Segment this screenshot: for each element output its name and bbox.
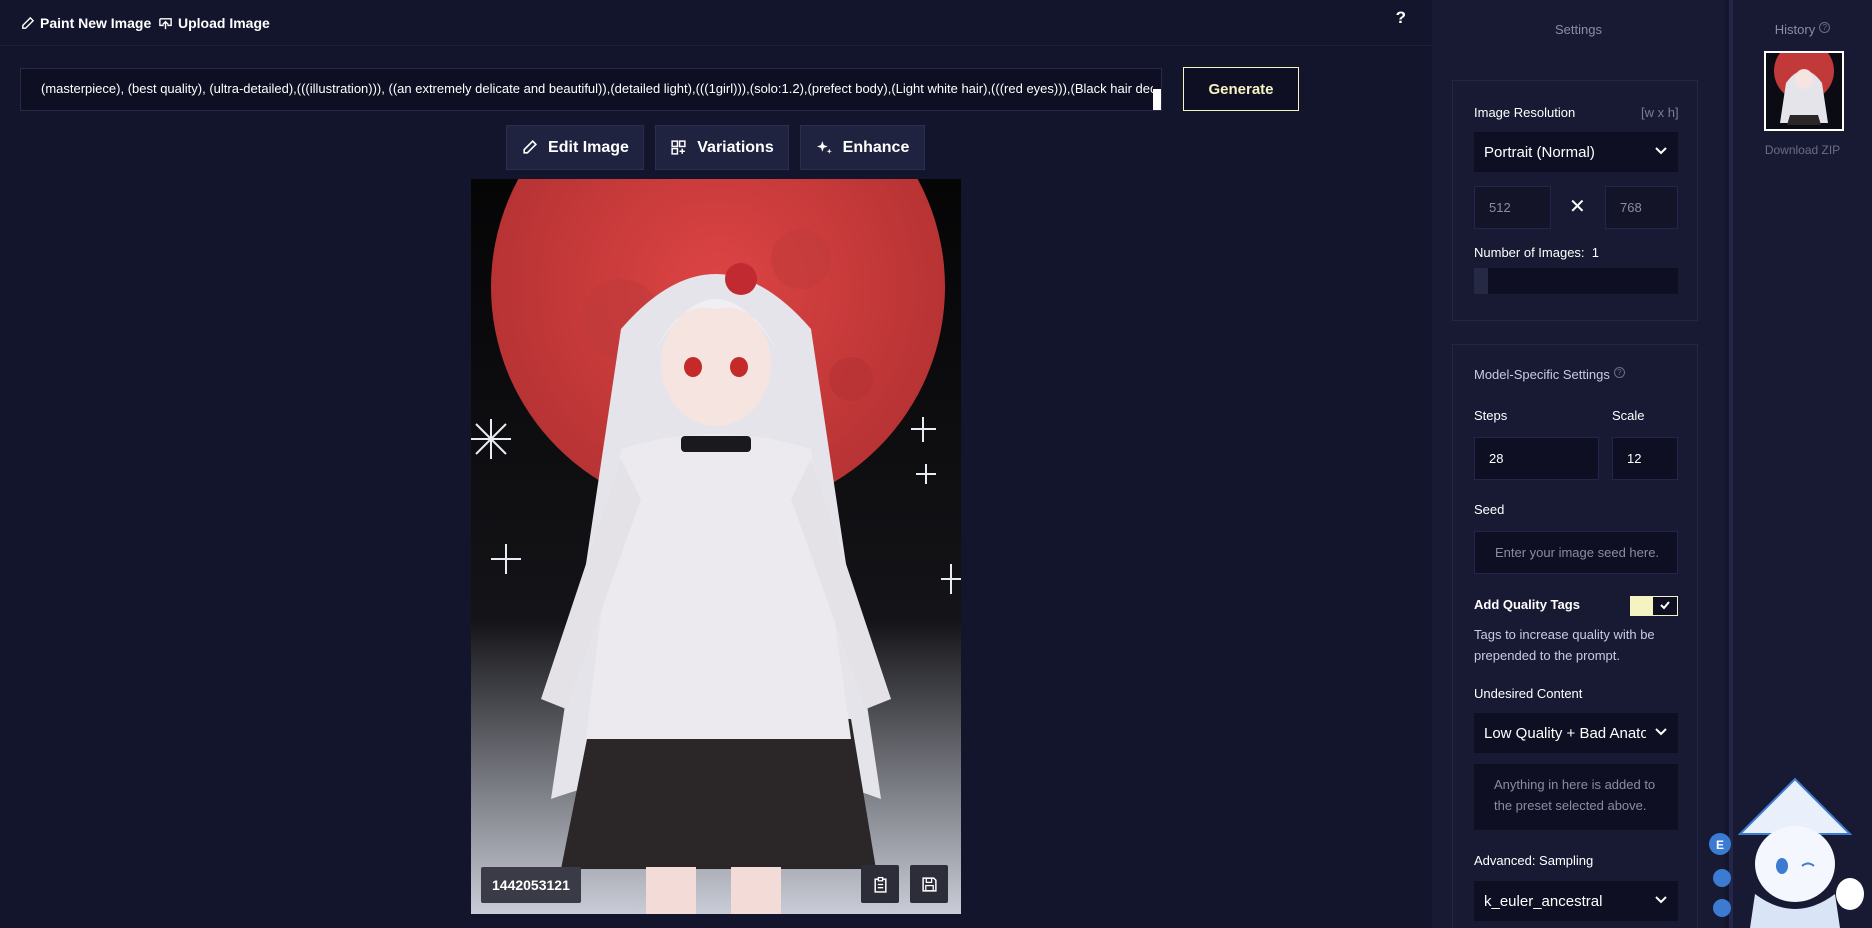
resolution-select[interactable]: Portrait (Normal) [1474, 132, 1678, 172]
chevron-down-icon [1655, 896, 1667, 904]
generate-button[interactable]: Generate [1183, 67, 1299, 111]
num-images-value: 1 [1591, 245, 1600, 260]
save-image-button[interactable] [910, 865, 948, 903]
variations-icon [671, 140, 686, 155]
edit-image-button[interactable]: Edit Image [506, 125, 644, 170]
generated-image[interactable]: 1442053121 [471, 179, 961, 914]
undesired-content-label: Undesired Content [1474, 686, 1583, 701]
edit-image-label: Edit Image [548, 138, 629, 156]
history-thumbnail[interactable] [1764, 51, 1844, 131]
quality-tags-label: Add Quality Tags [1474, 597, 1580, 612]
prompt-input[interactable]: (masterpiece), (best quality), (ultra-de… [20, 68, 1162, 111]
model-specific-text: Model-Specific Settings [1474, 367, 1610, 382]
check-icon [1660, 601, 1670, 610]
copy-to-clipboard-button[interactable] [861, 865, 899, 903]
seed-label: Seed [1474, 502, 1505, 517]
prompt-text: (masterpiece), (best quality), (ultra-de… [41, 81, 1162, 96]
quality-tags-toggle[interactable] [1630, 596, 1678, 616]
thumbnail-illustration [1766, 53, 1842, 129]
num-images-text: Number of Images: [1474, 245, 1585, 260]
variations-button[interactable]: Variations [655, 125, 789, 170]
settings-title: Settings [1555, 22, 1602, 37]
resolution-value: Portrait (Normal) [1484, 143, 1595, 161]
scale-label: Scale [1612, 408, 1645, 423]
help-icon[interactable]: ? [1613, 367, 1625, 378]
sparkle-icon [816, 141, 832, 154]
help-icon[interactable]: ? [1396, 8, 1406, 28]
paint-new-image-label: Paint New Image [40, 15, 152, 31]
sampling-select[interactable]: k_euler_ancestral [1474, 881, 1678, 921]
slider-handle[interactable] [1474, 268, 1488, 294]
undesired-content-textarea[interactable]: Anything in here is added to the preset … [1474, 764, 1678, 830]
enhance-button[interactable]: Enhance [800, 125, 925, 170]
model-settings-card: Model-Specific Settings? Steps Scale 28 … [1452, 344, 1698, 928]
generated-image-illustration [471, 179, 961, 914]
upload-icon [159, 17, 172, 29]
help-icon[interactable]: ? [1819, 22, 1831, 33]
chevron-down-icon [1655, 147, 1667, 155]
steps-input[interactable]: 28 [1474, 437, 1599, 480]
resolution-card: Image Resolution [w x h] Portrait (Norma… [1452, 80, 1698, 321]
model-specific-label: Model-Specific Settings? [1474, 367, 1625, 382]
variations-label: Variations [697, 138, 774, 156]
svg-text:E: E [1716, 838, 1724, 852]
scale-input[interactable]: 12 [1612, 437, 1678, 480]
sampling-label: Advanced: Sampling [1474, 853, 1594, 868]
width-input[interactable]: 512 [1474, 186, 1551, 229]
settings-panel: Settings Image Resolution [w x h] Portra… [1432, 0, 1725, 928]
pencil-icon [22, 16, 35, 29]
sampling-value: k_euler_ancestral [1484, 892, 1603, 910]
resolution-label: Image Resolution [1474, 105, 1576, 120]
height-input[interactable]: 768 [1605, 186, 1678, 229]
mascot-character-image: E [1709, 777, 1864, 928]
history-title-text: History [1774, 22, 1816, 37]
history-title: History? [1733, 22, 1872, 37]
times-icon: ✕ [1569, 196, 1586, 218]
prompt-scrollbar[interactable] [1153, 69, 1161, 110]
upload-image-label: Upload Image [178, 15, 270, 31]
top-bar: Paint New Image Upload Image ? [0, 0, 1432, 46]
pencil-icon [523, 139, 538, 154]
enhance-label: Enhance [842, 138, 910, 156]
undesired-content-placeholder: Anything in here is added to the preset … [1494, 777, 1656, 813]
resolution-hint: [w x h] [1641, 105, 1679, 120]
num-images-slider[interactable] [1474, 268, 1678, 294]
clipboard-icon [873, 876, 887, 893]
app-root: Paint New Image Upload Image ? (masterpi… [0, 0, 1872, 928]
steps-label: Steps [1474, 408, 1508, 423]
chevron-down-icon [1655, 728, 1667, 736]
undesired-content-select[interactable]: Low Quality + Bad Anatomy [1474, 713, 1678, 753]
seed-badge[interactable]: 1442053121 [481, 867, 581, 903]
undesired-content-value: Low Quality + Bad Anatomy [1484, 724, 1646, 742]
num-images-label: Number of Images: 1 [1474, 245, 1599, 260]
seed-input[interactable]: Enter your image seed here. [1474, 531, 1678, 574]
quality-tags-description: Tags to increase quality with be prepend… [1474, 627, 1655, 663]
save-icon [921, 876, 937, 892]
upload-image-button[interactable]: Upload Image [158, 12, 270, 34]
download-zip-button[interactable]: Download ZIP [1733, 143, 1872, 157]
paint-new-image-button[interactable]: Paint New Image [20, 12, 151, 34]
